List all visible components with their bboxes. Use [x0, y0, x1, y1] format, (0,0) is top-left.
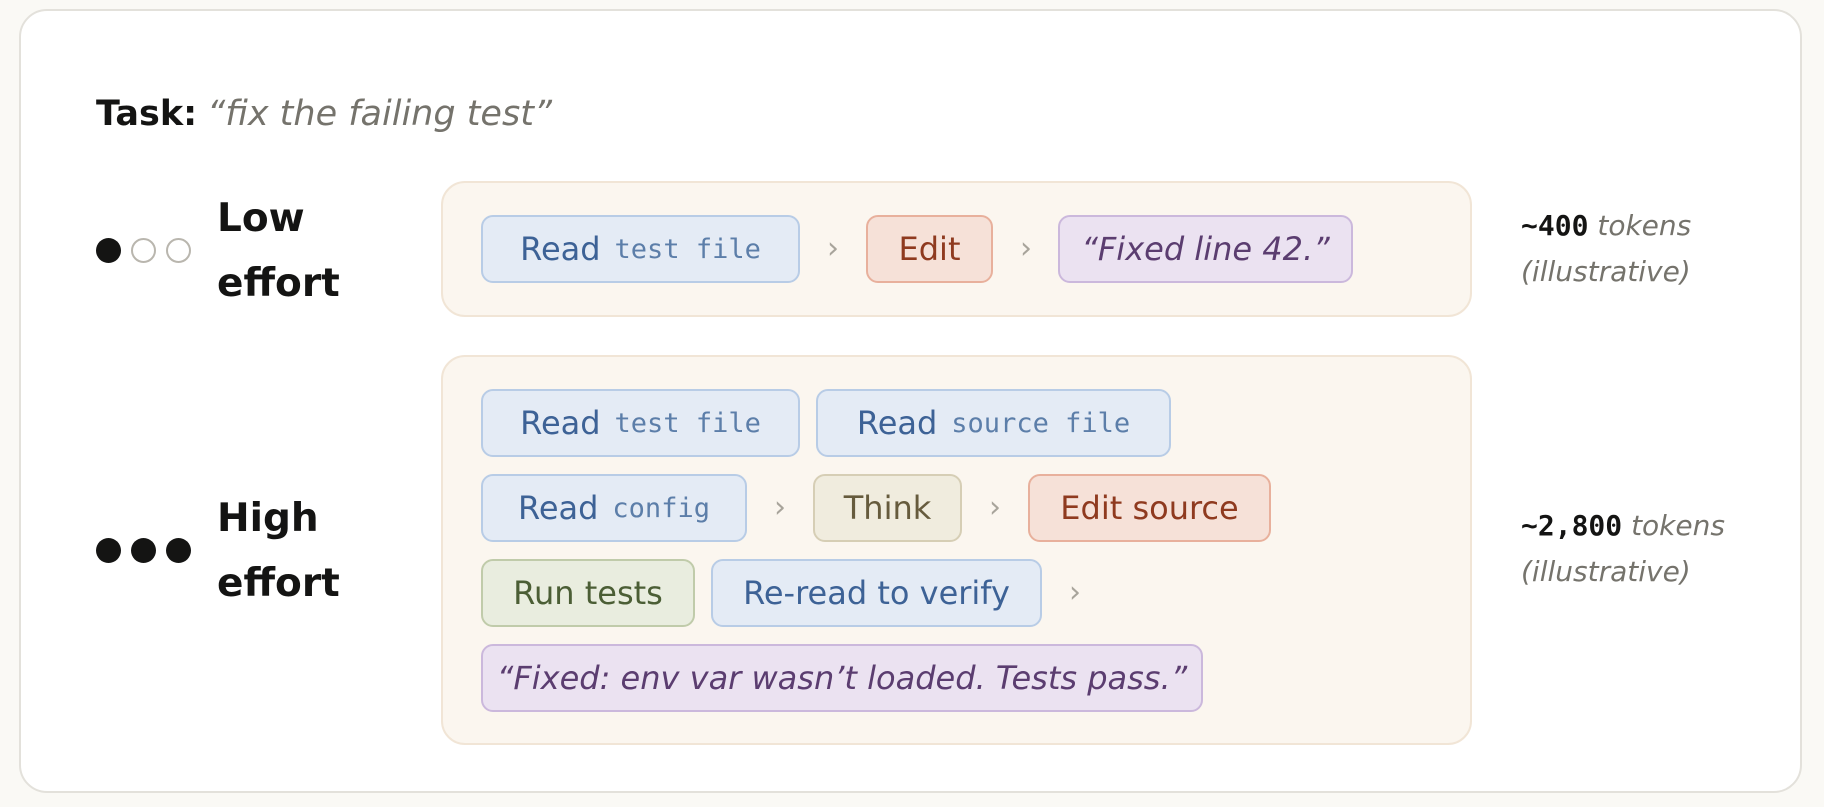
step-think: Think	[813, 474, 962, 542]
high-effort-label-line1: High	[217, 496, 319, 541]
low-effort-label-line1: Low	[217, 196, 305, 241]
step-read-test-file: Read test file	[481, 215, 800, 283]
step-read-config: Read config	[481, 474, 747, 542]
token-count: ~2,800	[1521, 509, 1623, 542]
step-edit-source: Edit source	[1028, 474, 1271, 542]
effort-dot-filled	[166, 538, 191, 563]
low-effort-label: Low effort	[217, 186, 340, 316]
token-count: ~400	[1521, 209, 1589, 242]
step-verb: Read	[518, 489, 599, 527]
low-effort-tokens: ~400 tokens (illustrative)	[1521, 203, 1691, 295]
step-run-tests: Run tests	[481, 559, 695, 627]
task-label: Task:	[96, 94, 198, 134]
step-object: source file	[951, 407, 1131, 439]
high-effort-label-line2: effort	[217, 561, 340, 606]
effort-dot-empty	[131, 238, 156, 263]
step-object: test file	[614, 407, 761, 439]
task-quote: “fix the failing test”	[207, 94, 553, 134]
step-arrow: ›	[989, 490, 1001, 525]
low-effort-trace: Read test file › Edit › “Fixed line 42.”	[441, 181, 1472, 317]
high-effort-tokens: ~2,800 tokens (illustrative)	[1521, 503, 1725, 595]
high-effort-label: High effort	[217, 486, 340, 616]
token-note: (illustrative)	[1521, 255, 1691, 288]
step-read-test-file: Read test file	[481, 389, 800, 457]
step-verb: Read	[856, 404, 938, 442]
task-heading: Task: “fix the failing test”	[96, 92, 552, 136]
step-arrow: ›	[827, 231, 839, 266]
step-object: config	[612, 492, 710, 524]
token-note: (illustrative)	[1521, 555, 1691, 588]
step-verb: Read	[520, 230, 601, 268]
token-unit: tokens	[1631, 509, 1725, 542]
step-final-reply: “Fixed line 42.”	[1058, 215, 1353, 283]
low-effort-dots	[96, 238, 191, 263]
step-arrow: ›	[1069, 575, 1081, 610]
step-verb: Read	[520, 404, 601, 442]
high-effort-dots	[96, 538, 191, 563]
effort-dot-filled	[96, 538, 121, 563]
step-edit: Edit	[866, 215, 993, 283]
step-arrow: ›	[1020, 231, 1032, 266]
step-reread-verify: Re-read to verify	[711, 559, 1042, 627]
step-object: test file	[614, 233, 761, 265]
effort-dot-filled	[96, 238, 121, 263]
token-unit: tokens	[1597, 209, 1692, 242]
step-read-source-file: Read source file	[816, 389, 1171, 457]
step-arrow: ›	[774, 490, 786, 525]
low-effort-label-line2: effort	[217, 261, 340, 306]
high-effort-trace: Read test file Read source file Read config…	[441, 355, 1472, 745]
effort-dot-filled	[131, 538, 156, 563]
step-final-reply: “Fixed: env var wasn’t loaded. Tests pas…	[481, 644, 1203, 712]
effort-dot-empty	[166, 238, 191, 263]
